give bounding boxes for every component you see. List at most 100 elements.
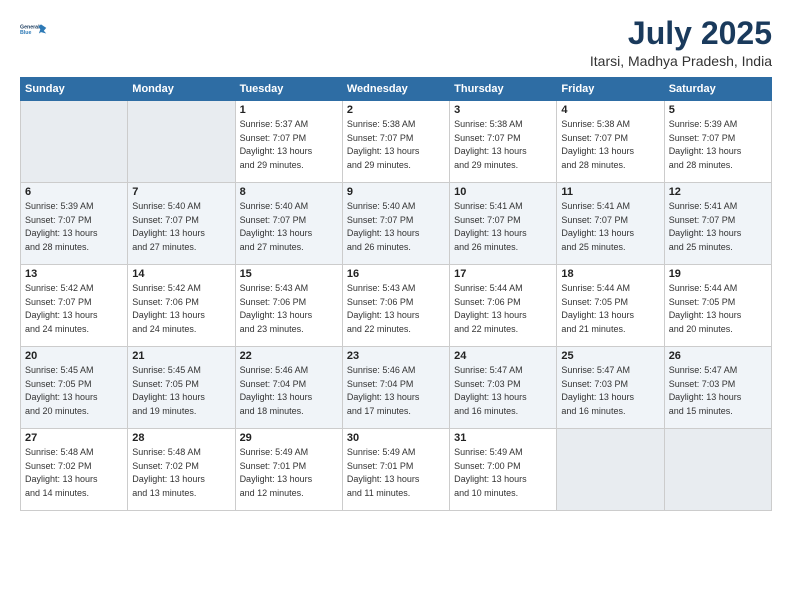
day-info: Sunrise: 5:42 AM Sunset: 7:06 PM Dayligh…: [132, 282, 230, 336]
day-info: Sunrise: 5:38 AM Sunset: 7:07 PM Dayligh…: [561, 118, 659, 172]
day-info: Sunrise: 5:38 AM Sunset: 7:07 PM Dayligh…: [347, 118, 445, 172]
day-cell: [557, 429, 664, 511]
day-info: Sunrise: 5:45 AM Sunset: 7:05 PM Dayligh…: [25, 364, 123, 418]
svg-text:General: General: [20, 25, 40, 31]
day-number: 18: [561, 268, 659, 280]
day-number: 31: [454, 432, 552, 444]
day-cell: 1 Sunrise: 5:37 AM Sunset: 7:07 PM Daylig…: [235, 101, 342, 183]
day-info: Sunrise: 5:45 AM Sunset: 7:05 PM Dayligh…: [132, 364, 230, 418]
day-cell: [21, 101, 128, 183]
day-cell: 13 Sunrise: 5:42 AM Sunset: 7:07 PM Dayli…: [21, 265, 128, 347]
calendar-table: SundayMondayTuesdayWednesdayThursdayFrid…: [20, 77, 772, 511]
header-cell-tuesday: Tuesday: [235, 78, 342, 101]
day-cell: 4Sunrise: 5:38 AM Sunset: 7:07 PM Daylig…: [557, 101, 664, 183]
day-number: 17: [454, 268, 552, 280]
header-cell-thursday: Thursday: [450, 78, 557, 101]
day-info: Sunrise: 5:43 AM Sunset: 7:06 PM Dayligh…: [240, 282, 338, 336]
day-number: 3: [454, 104, 552, 116]
day-info: Sunrise: 5:49 AM Sunset: 7:01 PM Dayligh…: [240, 446, 338, 500]
day-cell: 20 Sunrise: 5:45 AM Sunset: 7:05 PM Dayli…: [21, 347, 128, 429]
day-number: 5: [669, 104, 767, 116]
day-cell: 9Sunrise: 5:40 AM Sunset: 7:07 PM Daylig…: [342, 183, 449, 265]
day-cell: 15 Sunrise: 5:43 AM Sunset: 7:06 PM Dayli…: [235, 265, 342, 347]
month-title: July 2025: [590, 16, 772, 51]
day-number: 7: [132, 186, 230, 198]
day-info: Sunrise: 5:38 AM Sunset: 7:07 PM Dayligh…: [454, 118, 552, 172]
day-cell: 18Sunrise: 5:44 AM Sunset: 7:05 PM Dayli…: [557, 265, 664, 347]
day-cell: [664, 429, 771, 511]
day-info: Sunrise: 5:44 AM Sunset: 7:05 PM Dayligh…: [669, 282, 767, 336]
day-number: 1: [240, 104, 338, 116]
day-info: Sunrise: 5:40 AM Sunset: 7:07 PM Dayligh…: [240, 200, 338, 254]
day-cell: 6Sunrise: 5:39 AM Sunset: 7:07 PM Daylig…: [21, 183, 128, 265]
day-cell: 26Sunrise: 5:47 AM Sunset: 7:03 PM Dayli…: [664, 347, 771, 429]
header-cell-sunday: Sunday: [21, 78, 128, 101]
day-info: Sunrise: 5:47 AM Sunset: 7:03 PM Dayligh…: [561, 364, 659, 418]
header-cell-monday: Monday: [128, 78, 235, 101]
day-info: Sunrise: 5:39 AM Sunset: 7:07 PM Dayligh…: [669, 118, 767, 172]
day-number: 27: [25, 432, 123, 444]
day-info: Sunrise: 5:41 AM Sunset: 7:07 PM Dayligh…: [669, 200, 767, 254]
day-number: 24: [454, 350, 552, 362]
day-info: Sunrise: 5:49 AM Sunset: 7:00 PM Dayligh…: [454, 446, 552, 500]
day-cell: 12 Sunrise: 5:41 AM Sunset: 7:07 PM Dayli…: [664, 183, 771, 265]
day-cell: 16 Sunrise: 5:43 AM Sunset: 7:06 PM Dayli…: [342, 265, 449, 347]
day-number: 16: [347, 268, 445, 280]
day-number: 15: [240, 268, 338, 280]
day-number: 26: [669, 350, 767, 362]
day-number: 12: [669, 186, 767, 198]
day-number: 8: [240, 186, 338, 198]
day-cell: 27 Sunrise: 5:48 AM Sunset: 7:02 PM Dayli…: [21, 429, 128, 511]
day-cell: 14 Sunrise: 5:42 AM Sunset: 7:06 PM Dayli…: [128, 265, 235, 347]
day-number: 30: [347, 432, 445, 444]
week-row-1: 1 Sunrise: 5:37 AM Sunset: 7:07 PM Daylig…: [21, 101, 772, 183]
logo: GeneralBlue: [20, 16, 48, 44]
day-cell: 17 Sunrise: 5:44 AM Sunset: 7:06 PM Dayli…: [450, 265, 557, 347]
title-block: July 2025 Itarsi, Madhya Pradesh, India: [590, 16, 772, 69]
day-cell: 28Sunrise: 5:48 AM Sunset: 7:02 PM Dayli…: [128, 429, 235, 511]
day-cell: 11Sunrise: 5:41 AM Sunset: 7:07 PM Dayli…: [557, 183, 664, 265]
day-number: 13: [25, 268, 123, 280]
day-number: 19: [669, 268, 767, 280]
day-info: Sunrise: 5:48 AM Sunset: 7:02 PM Dayligh…: [25, 446, 123, 500]
header: GeneralBlue July 2025 Itarsi, Madhya Pra…: [20, 16, 772, 69]
day-cell: 8 Sunrise: 5:40 AM Sunset: 7:07 PM Daylig…: [235, 183, 342, 265]
day-info: Sunrise: 5:49 AM Sunset: 7:01 PM Dayligh…: [347, 446, 445, 500]
week-row-2: 6Sunrise: 5:39 AM Sunset: 7:07 PM Daylig…: [21, 183, 772, 265]
day-info: Sunrise: 5:48 AM Sunset: 7:02 PM Dayligh…: [132, 446, 230, 500]
day-cell: 7 Sunrise: 5:40 AM Sunset: 7:07 PM Daylig…: [128, 183, 235, 265]
day-info: Sunrise: 5:42 AM Sunset: 7:07 PM Dayligh…: [25, 282, 123, 336]
day-number: 20: [25, 350, 123, 362]
day-number: 2: [347, 104, 445, 116]
day-cell: 24 Sunrise: 5:47 AM Sunset: 7:03 PM Dayli…: [450, 347, 557, 429]
header-cell-saturday: Saturday: [664, 78, 771, 101]
header-row: SundayMondayTuesdayWednesdayThursdayFrid…: [21, 78, 772, 101]
day-cell: 23Sunrise: 5:46 AM Sunset: 7:04 PM Dayli…: [342, 347, 449, 429]
header-cell-wednesday: Wednesday: [342, 78, 449, 101]
day-number: 23: [347, 350, 445, 362]
day-info: Sunrise: 5:37 AM Sunset: 7:07 PM Dayligh…: [240, 118, 338, 172]
day-info: Sunrise: 5:47 AM Sunset: 7:03 PM Dayligh…: [454, 364, 552, 418]
day-info: Sunrise: 5:39 AM Sunset: 7:07 PM Dayligh…: [25, 200, 123, 254]
day-cell: 25 Sunrise: 5:47 AM Sunset: 7:03 PM Dayli…: [557, 347, 664, 429]
day-number: 29: [240, 432, 338, 444]
day-number: 10: [454, 186, 552, 198]
location: Itarsi, Madhya Pradesh, India: [590, 53, 772, 69]
day-cell: 19 Sunrise: 5:44 AM Sunset: 7:05 PM Dayli…: [664, 265, 771, 347]
day-info: Sunrise: 5:40 AM Sunset: 7:07 PM Dayligh…: [132, 200, 230, 254]
day-cell: 21Sunrise: 5:45 AM Sunset: 7:05 PM Dayli…: [128, 347, 235, 429]
day-info: Sunrise: 5:46 AM Sunset: 7:04 PM Dayligh…: [240, 364, 338, 418]
day-cell: 30 Sunrise: 5:49 AM Sunset: 7:01 PM Dayli…: [342, 429, 449, 511]
day-cell: 5 Sunrise: 5:39 AM Sunset: 7:07 PM Daylig…: [664, 101, 771, 183]
day-info: Sunrise: 5:40 AM Sunset: 7:07 PM Dayligh…: [347, 200, 445, 254]
day-number: 25: [561, 350, 659, 362]
day-info: Sunrise: 5:44 AM Sunset: 7:06 PM Dayligh…: [454, 282, 552, 336]
day-number: 14: [132, 268, 230, 280]
day-cell: 10Sunrise: 5:41 AM Sunset: 7:07 PM Dayli…: [450, 183, 557, 265]
week-row-4: 20 Sunrise: 5:45 AM Sunset: 7:05 PM Dayli…: [21, 347, 772, 429]
day-info: Sunrise: 5:43 AM Sunset: 7:06 PM Dayligh…: [347, 282, 445, 336]
day-info: Sunrise: 5:41 AM Sunset: 7:07 PM Dayligh…: [561, 200, 659, 254]
day-cell: 31 Sunrise: 5:49 AM Sunset: 7:00 PM Dayli…: [450, 429, 557, 511]
week-row-5: 27 Sunrise: 5:48 AM Sunset: 7:02 PM Dayli…: [21, 429, 772, 511]
day-cell: 22Sunrise: 5:46 AM Sunset: 7:04 PM Dayli…: [235, 347, 342, 429]
